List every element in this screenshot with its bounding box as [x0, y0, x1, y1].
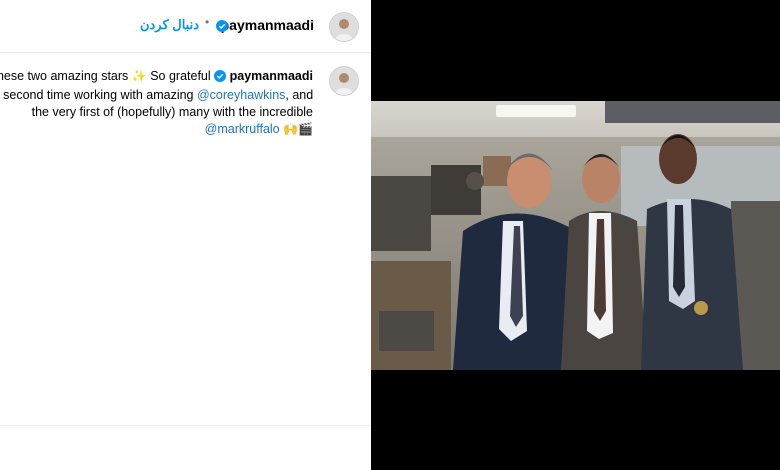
caption-text: o these two amazing stars ✨ So grateful … — [0, 68, 313, 138]
mention-markruffalo[interactable]: @markruffalo — [205, 122, 280, 136]
mention-coreyhawkins[interactable]: @coreyhawkins — [197, 88, 285, 102]
caption-line-2: my second time working with amazing @cor… — [0, 87, 313, 104]
caption-line-4: @markruffalo 🙌🎬 — [0, 121, 313, 138]
hands-clapper-emoji: 🙌🎬 — [283, 122, 313, 136]
comments-panel: paymanmaadi • دنبال کردن o these two ama… — [0, 0, 371, 470]
header-avatar[interactable] — [329, 12, 359, 42]
caption-line-3: the very first of (hopefully) many with … — [31, 105, 313, 119]
caption-line2-prefix: my second time working with amazing — [0, 88, 197, 102]
caption-line1-prefix: o these two amazing stars — [0, 69, 129, 83]
caption-username[interactable]: paymanmaadi — [230, 69, 313, 83]
post-photo[interactable] — [371, 101, 780, 370]
sparkles-emoji: ✨ — [131, 69, 147, 83]
comments-divider — [0, 425, 371, 426]
verified-badge-icon — [216, 19, 228, 37]
follow-button[interactable]: دنبال کردن — [140, 17, 199, 33]
header-separator: • — [205, 15, 210, 29]
post-caption: o these two amazing stars ✨ So grateful … — [0, 62, 371, 142]
caption-avatar[interactable] — [329, 66, 359, 96]
caption-line2-suffix: , and — [285, 88, 314, 102]
post-media[interactable] — [371, 0, 780, 470]
caption-line-1: o these two amazing stars ✨ So grateful … — [0, 68, 313, 87]
post-header: paymanmaadi • دنبال کردن — [0, 0, 371, 53]
caption-line1-mid: So grateful — [146, 69, 215, 83]
header-username[interactable]: paymanmaadi — [221, 17, 314, 33]
caption-verified-badge-icon — [214, 70, 227, 87]
